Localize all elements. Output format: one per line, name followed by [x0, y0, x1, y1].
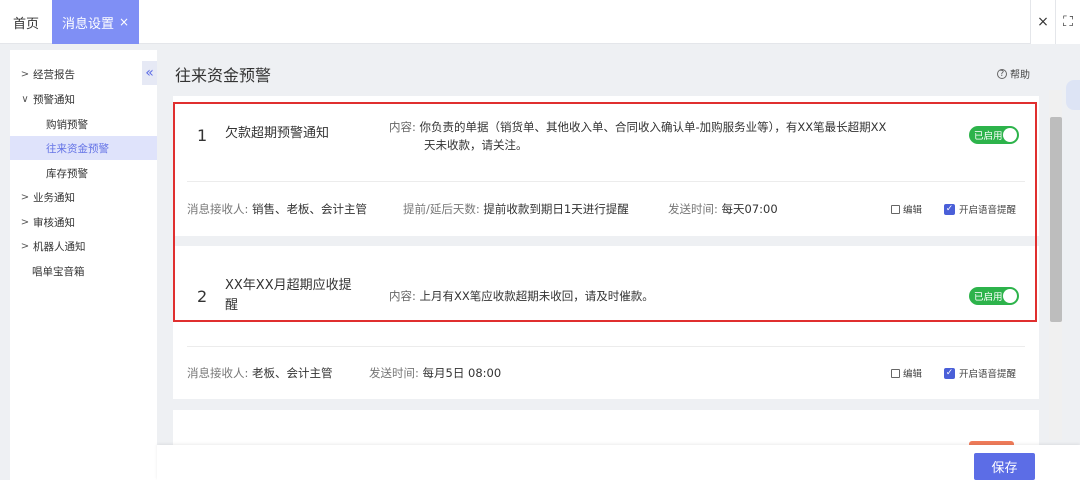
help-link[interactable]: ? 帮助 [997, 66, 1030, 81]
help-icon: ? [997, 68, 1007, 79]
tab-bar: 首页 消息设置 × × ⛶ [0, 0, 1080, 44]
scrollbar-thumb[interactable] [1050, 117, 1062, 322]
fullscreen-icon[interactable]: ⛶ [1055, 0, 1080, 44]
footer-bar [157, 445, 1080, 480]
sidebar-item-inventory-warning[interactable]: 库存预警 [10, 161, 157, 185]
close-tab-icon[interactable]: × [119, 16, 129, 28]
sidebar-item-label: 经营报告 [33, 68, 75, 81]
send-time-value: 每月5日 08:00 [422, 366, 502, 380]
edit-label: 编辑 [903, 369, 923, 380]
sidebar-item-label: 业务通知 [33, 191, 75, 204]
collapse-sidebar-button[interactable]: « [142, 61, 157, 85]
divider [187, 346, 1025, 347]
sidebar-item-label: 预警通知 [33, 93, 75, 106]
chevron-down-icon: ∨ [21, 93, 29, 105]
sidebar-item-audit-notice[interactable]: > 审核通知 [10, 210, 157, 234]
save-button[interactable]: 保存 [974, 453, 1035, 480]
close-all-icon[interactable]: × [1030, 0, 1055, 44]
sidebar-item-label: 购销预警 [46, 118, 88, 131]
send-time-info: 发送时间: 每月5日 08:00 [369, 365, 501, 381]
sidebar-item-label: 唱单宝音箱 [32, 265, 85, 278]
chevron-right-icon: > [20, 191, 30, 203]
help-label: 帮助 [1010, 70, 1030, 81]
floating-assistant-icon[interactable] [1066, 80, 1080, 110]
sidebar-item-purchase-sale-warning[interactable]: 购销预警 [10, 112, 157, 136]
voice-label: 开启语音提醒 [959, 369, 1017, 380]
receiver-value: 老板、会计主管 [252, 366, 333, 380]
chevron-right-icon: > [20, 216, 30, 228]
chevron-right-icon: > [20, 68, 30, 80]
sidebar-item-label: 往来资金预警 [46, 142, 109, 155]
send-time-label: 发送时间: [369, 366, 419, 380]
sidebar-item-label: 审核通知 [33, 216, 75, 229]
sidebar-item-speaker[interactable]: 唱单宝音箱 [10, 259, 157, 283]
sidebar-item-warning-notice[interactable]: ∨ 预警通知 [10, 87, 157, 111]
sidebar-item-label: 机器人通知 [33, 240, 86, 253]
sidebar-item-fund-warning[interactable]: 往来资金预警 [10, 136, 157, 160]
tab-home[interactable]: 首页 [0, 0, 52, 44]
highlight-frame [173, 102, 1037, 322]
receiver-label: 消息接收人: [187, 366, 249, 380]
checkbox-checked-icon: ✓ [944, 367, 955, 379]
voice-reminder-checkbox[interactable]: ✓ 开启语音提醒 [944, 366, 1016, 380]
chevron-right-icon: > [20, 240, 30, 252]
sidebar-item-label: 库存预警 [46, 167, 88, 180]
sidebar-item-business-notice[interactable]: > 业务通知 [10, 185, 157, 209]
receiver-info: 消息接收人: 老板、会计主管 [187, 365, 333, 381]
sidebar-item-robot-notice[interactable]: > 机器人通知 [10, 234, 157, 258]
sidebar-item-business-report[interactable]: > 经营报告 [10, 62, 157, 86]
tab-label: 消息设置 [61, 16, 114, 32]
edit-icon [891, 368, 900, 378]
edit-button[interactable]: 编辑 [891, 366, 922, 380]
sidebar: > 经营报告 ∨ 预警通知 购销预警 往来资金预警 库存预警 > 业务通知 > … [10, 50, 157, 480]
tab-message-settings[interactable]: 消息设置 × [52, 0, 139, 44]
warning-card [173, 410, 1039, 450]
page-title: 往来资金预警 [175, 66, 272, 85]
